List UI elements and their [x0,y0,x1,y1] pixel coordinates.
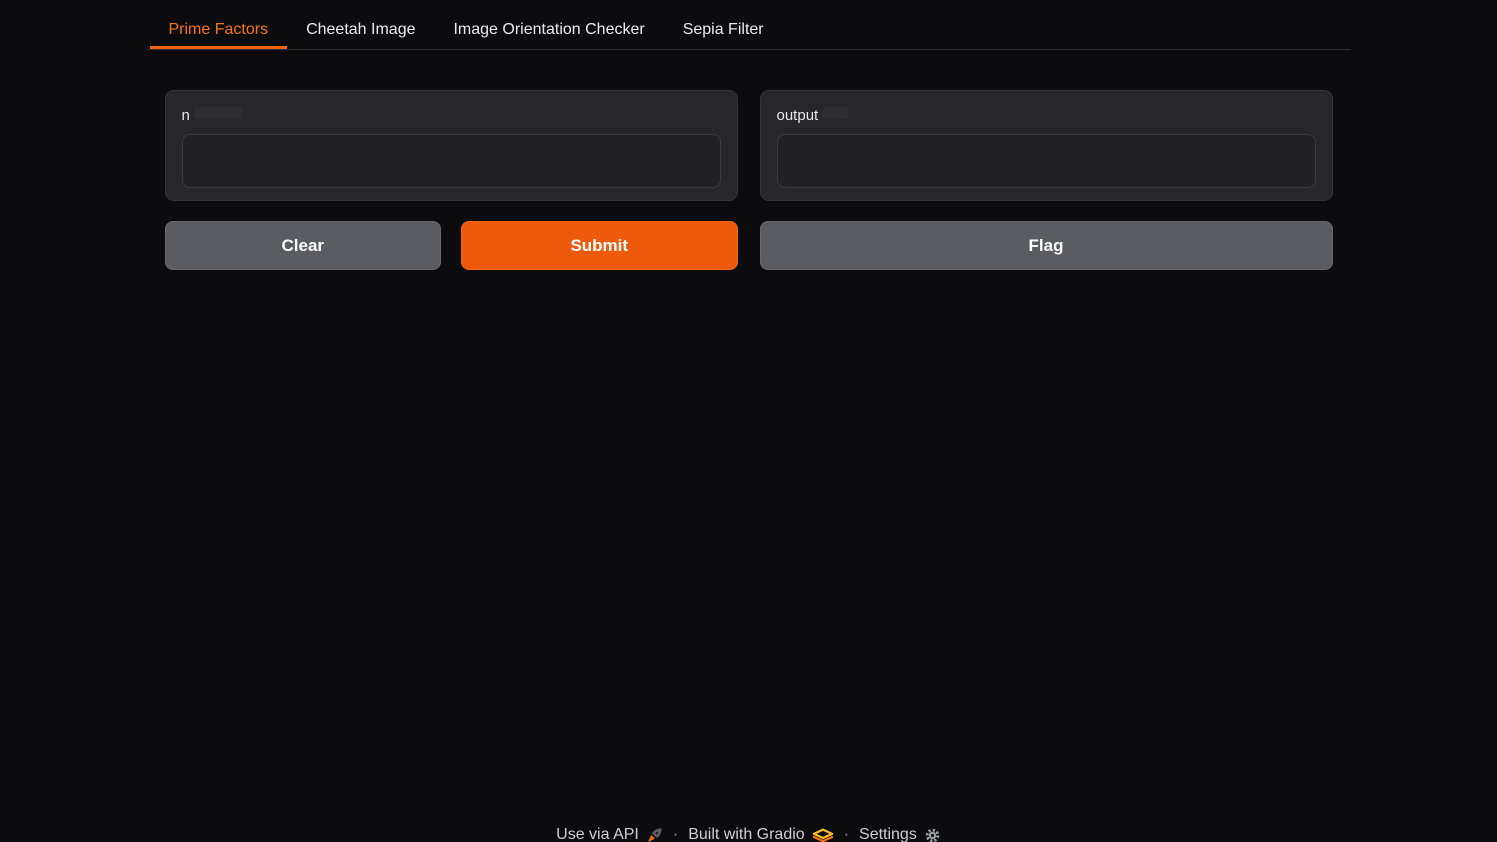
button-row: Clear Submit Flag [147,221,1351,270]
tab-sepia-filter[interactable]: Sepia Filter [664,12,783,49]
settings-label: Settings [859,826,917,842]
n-input[interactable] [182,134,721,188]
tab-bar: Prime Factors Cheetah Image Image Orient… [147,12,1351,50]
input-label-row: n [182,107,721,124]
output-label-row: output [777,107,1316,124]
footer-separator: · [844,826,849,842]
footer: Use via API · Built with Gradio · [147,826,1351,842]
built-with-gradio-link[interactable]: Built with Gradio [688,826,834,842]
output-field[interactable] [777,134,1316,188]
output-panel: output [760,90,1333,201]
clear-button[interactable]: Clear [165,221,442,270]
tab-cheetah-image[interactable]: Cheetah Image [287,12,434,49]
footer-separator: · [673,826,678,842]
settings-link[interactable]: Settings [859,826,941,842]
tab-image-orientation-checker[interactable]: Image Orientation Checker [434,12,663,49]
submit-button[interactable]: Submit [461,221,738,270]
tab-prime-factors[interactable]: Prime Factors [150,12,288,49]
output-label: output [777,107,819,124]
rocket-icon [646,827,663,842]
use-via-api-label: Use via API [556,826,639,842]
gradio-app: Prime Factors Cheetah Image Image Orient… [147,12,1351,842]
input-panel: n [165,90,738,201]
input-label: n [182,107,190,124]
label-skeleton [194,107,242,119]
io-panels-row: n output [147,90,1351,201]
gradio-logo-icon [812,828,834,842]
left-button-group: Clear Submit [165,221,738,270]
use-via-api-link[interactable]: Use via API [556,826,663,842]
flag-button[interactable]: Flag [760,221,1333,270]
gear-icon [924,827,941,842]
built-with-gradio-label: Built with Gradio [688,826,805,842]
right-button-group: Flag [760,221,1333,270]
label-skeleton [822,107,848,119]
